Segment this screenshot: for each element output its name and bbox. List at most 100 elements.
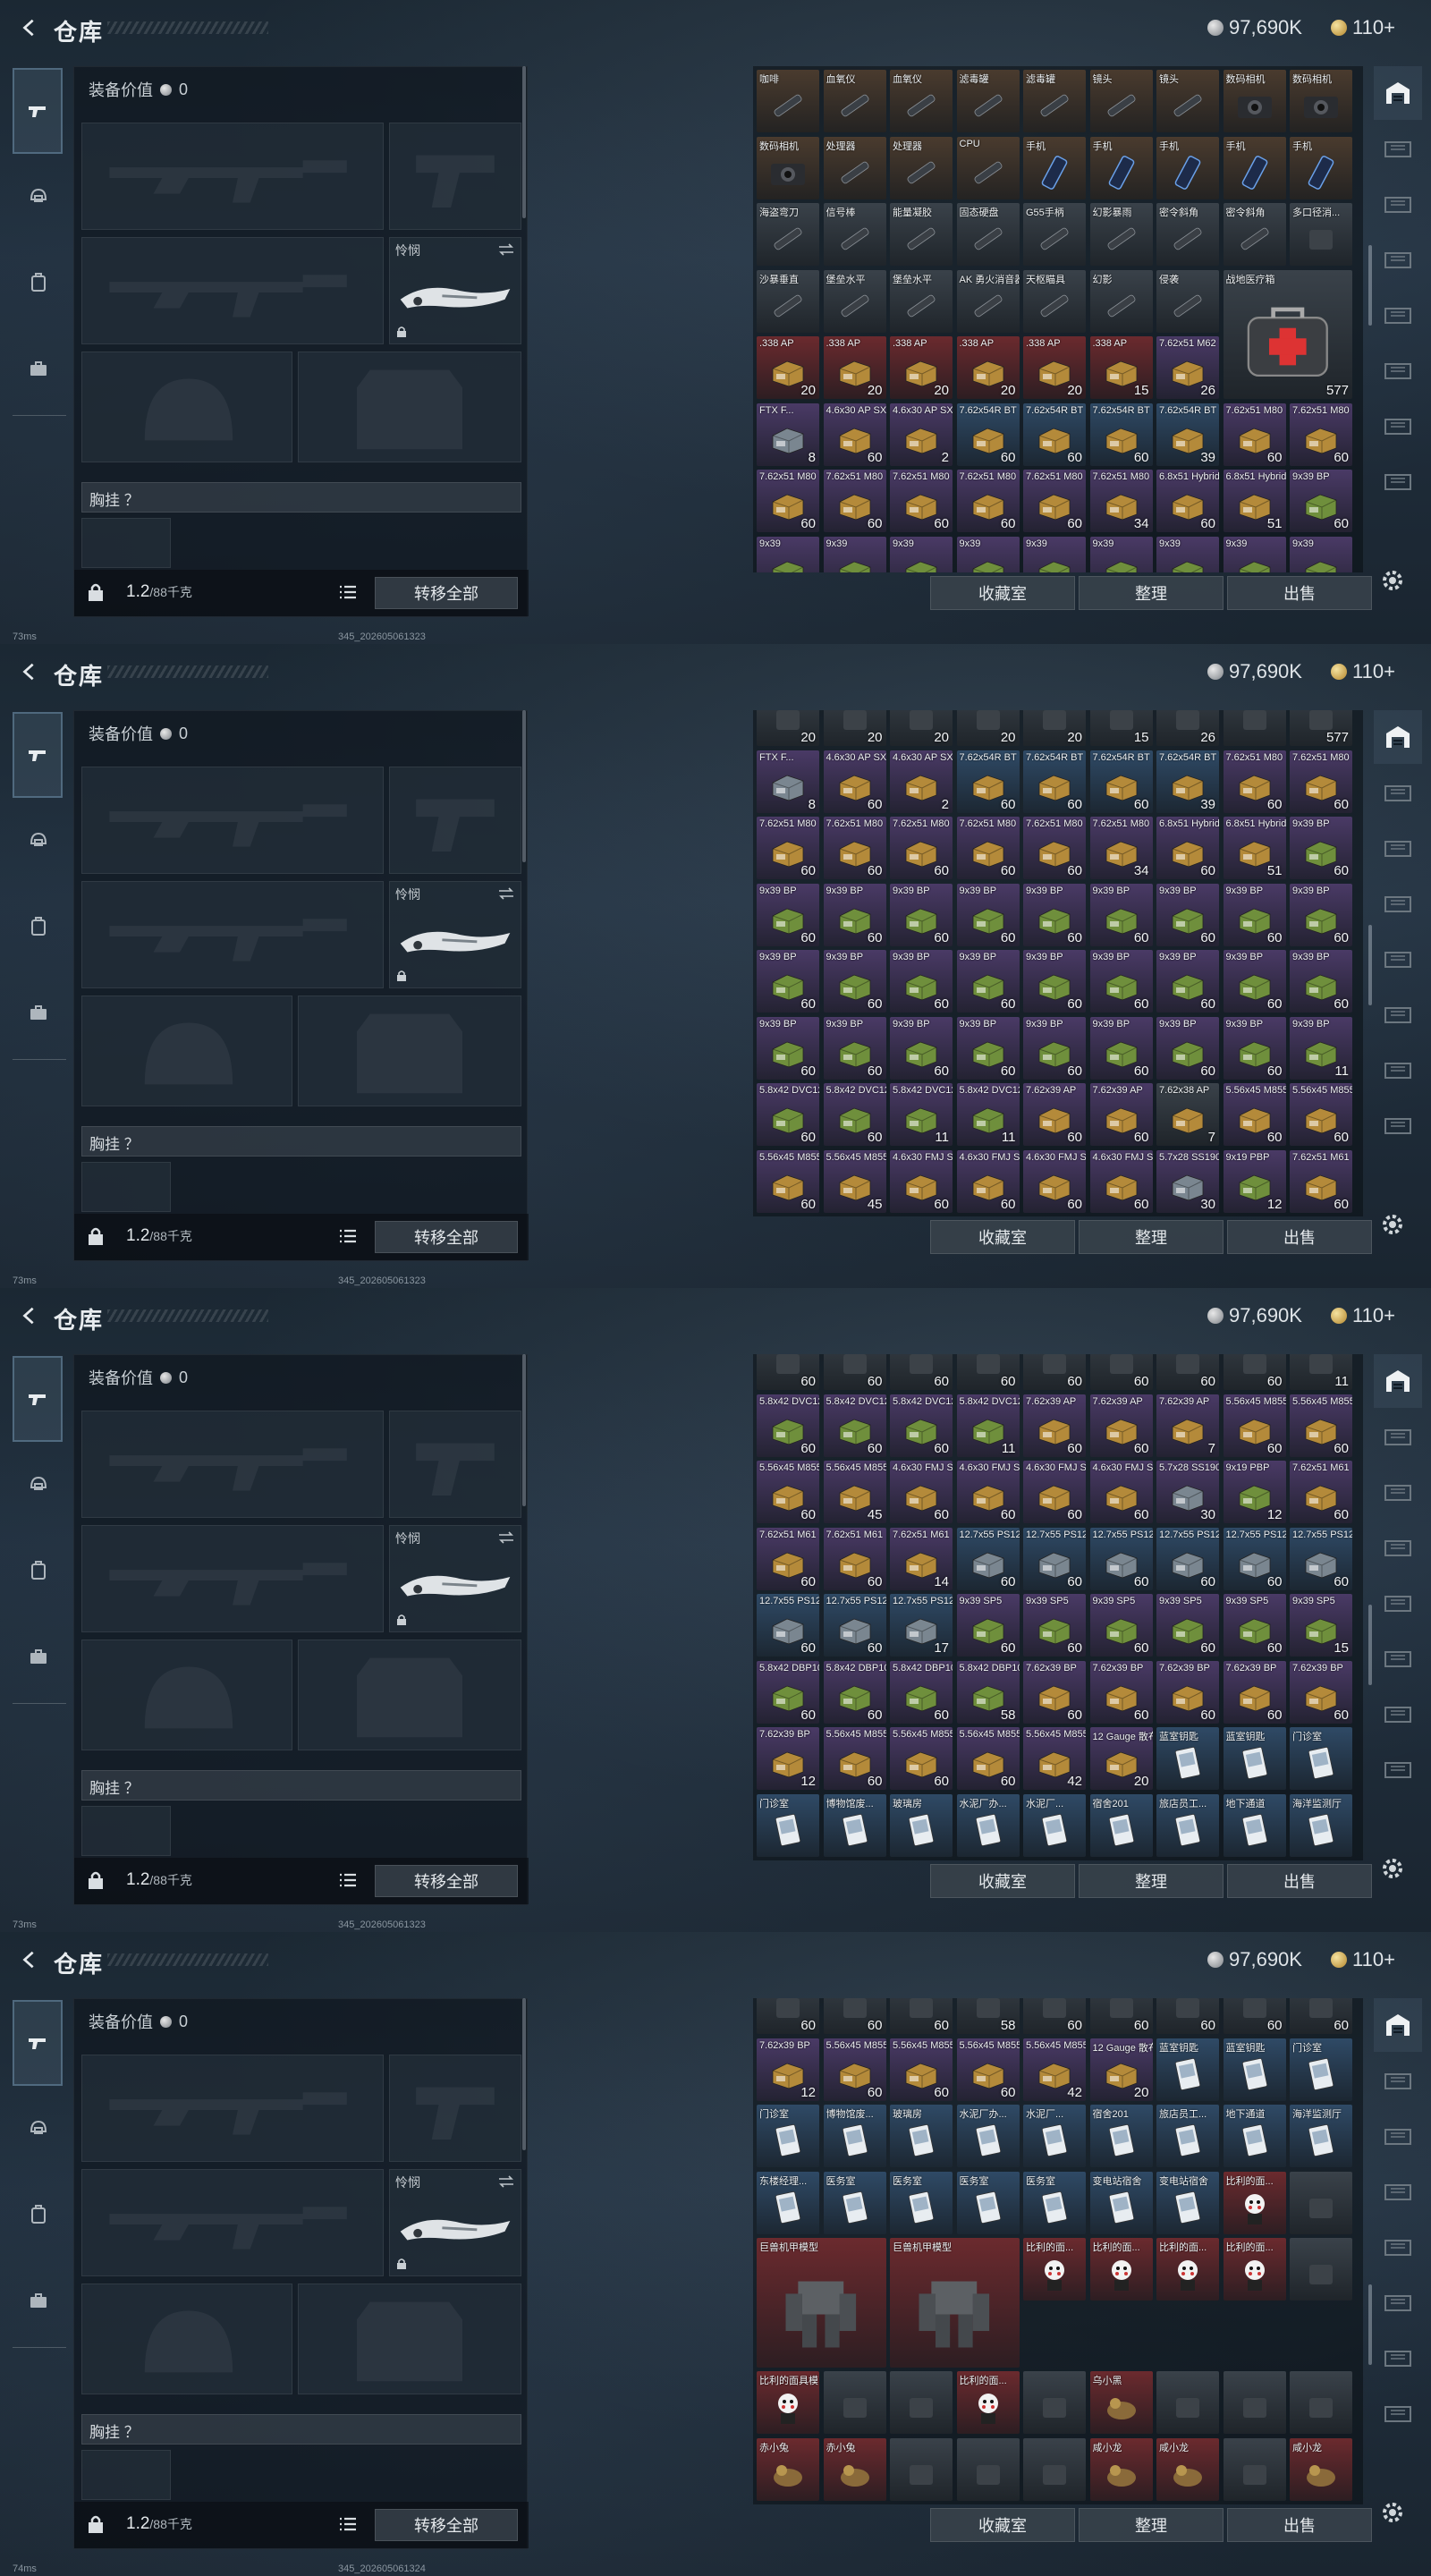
inventory-item[interactable]: 4.6x30 FMJ SX 60 xyxy=(1023,1461,1086,1523)
tab-container-1[interactable] xyxy=(1374,766,1422,819)
inventory-item[interactable]: 比利的面... xyxy=(1223,2171,1286,2234)
inventory-item[interactable]: .338 AP 20 xyxy=(757,336,819,399)
inventory-item[interactable]: 12 Gauge 散布弹 20 xyxy=(1089,2038,1153,2101)
inventory-item[interactable]: 7.62x51 M80 60 xyxy=(956,470,1020,532)
inventory-item[interactable]: 5.56x45 M855A1 60 xyxy=(956,1727,1020,1790)
inventory-item[interactable]: 天枢瞄具 xyxy=(1023,269,1086,333)
inventory-item[interactable]: 7.62x51 M61 60 xyxy=(1290,1149,1352,1213)
inventory-item[interactable]: 幻影 xyxy=(1089,269,1153,333)
inventory-item[interactable]: 医务室 xyxy=(1023,2171,1086,2234)
inventory-item[interactable]: 东楼经理... xyxy=(757,2171,819,2234)
inventory-item[interactable]: 手机 xyxy=(1089,136,1153,199)
inventory-item[interactable]: 7.62x51 M61 60 xyxy=(757,1527,819,1590)
inventory-item[interactable]: 5.8x42 DBP10 60 xyxy=(890,1660,953,1724)
inventory-scrollbar[interactable] xyxy=(1368,66,1372,572)
inventory-item[interactable]: 12.7x55 PS12B 60 xyxy=(1223,1527,1286,1590)
inventory-item[interactable]: 6.8x51 Hybrid 60 xyxy=(1156,817,1219,879)
inventory-item[interactable]: 9x39 SP5 60 xyxy=(1156,1594,1219,1657)
inventory-item[interactable]: 5.8x42 DVC12 60 xyxy=(890,1394,953,1457)
inventory-item[interactable]: 7.62x39 AP 60 xyxy=(1089,1083,1153,1146)
tab-container-2[interactable] xyxy=(1374,821,1422,875)
inventory-item[interactable]: 9x39 SP5 60 xyxy=(1023,1594,1086,1657)
inventory-item[interactable]: 门诊室 xyxy=(1290,1727,1352,1790)
inventory-item[interactable]: 5.56x45 M855A1 60 xyxy=(956,2038,1020,2101)
list-icon[interactable] xyxy=(339,1872,357,1888)
inventory-item[interactable]: .338 AP 20 xyxy=(890,336,953,399)
armor-slot[interactable] xyxy=(298,352,521,462)
secondary-weapon-slot[interactable] xyxy=(81,237,384,344)
inventory-item[interactable]: 7.62x54R BT 39 xyxy=(1156,750,1219,813)
inventory-item[interactable]: 7.62x39 BP 60 xyxy=(1156,1660,1219,1724)
inventory-item[interactable]: 咖啡 xyxy=(757,70,819,132)
pistol-slot[interactable] xyxy=(389,767,521,874)
inventory-item[interactable]: 9x39 BP 60 xyxy=(1290,950,1352,1013)
inventory-item[interactable]: 60 xyxy=(757,1998,819,2034)
inventory-item[interactable]: 7.62x51 M80 34 xyxy=(1089,817,1153,879)
inventory-item[interactable] xyxy=(1290,2171,1352,2234)
inventory-item[interactable]: 7.62x39 AP 60 xyxy=(1023,1083,1086,1146)
inventory-item[interactable]: 9x39 BP 60 xyxy=(1223,950,1286,1013)
sell-button[interactable]: 出售 xyxy=(1227,576,1372,610)
inventory-item[interactable]: 7.62x39 AP 60 xyxy=(1023,1394,1086,1457)
tab-warehouse[interactable] xyxy=(1374,66,1422,120)
inventory-item[interactable]: 4.6x30 FMJ SX 60 xyxy=(1089,1149,1153,1213)
tab-container-1[interactable] xyxy=(1374,2054,1422,2107)
inventory-item[interactable]: 门诊室 xyxy=(1290,2038,1352,2101)
tab-container-7[interactable] xyxy=(1374,454,1422,508)
collection-button[interactable]: 收藏室 xyxy=(930,1220,1075,1254)
inventory-item[interactable]: 5.56x45 M855 60 xyxy=(1223,1083,1286,1146)
tab-container-2[interactable] xyxy=(1374,2109,1422,2163)
inventory-item[interactable]: G55手柄 xyxy=(1023,203,1086,266)
inventory-item[interactable]: 7.62x51 M80 60 xyxy=(1290,750,1352,813)
inventory-item[interactable]: 7.62x51 M80 60 xyxy=(890,470,953,532)
inventory-item[interactable]: 蓝室钥匙 xyxy=(1223,1727,1286,1790)
tab-container-6[interactable] xyxy=(1374,1687,1422,1741)
inventory-item[interactable]: 60 xyxy=(823,1354,886,1390)
inventory-item[interactable]: 9x39 BP 60 xyxy=(823,1016,886,1080)
inventory-item[interactable]: 水泥厂办... xyxy=(956,2105,1020,2167)
inventory-item[interactable]: 4.6x30 FMJ SX 60 xyxy=(890,1149,953,1213)
inventory-item[interactable]: .338 AP 20 xyxy=(1023,336,1086,399)
inventory-item[interactable]: 9x39 SP5 60 xyxy=(1089,1594,1153,1657)
sell-button[interactable]: 出售 xyxy=(1227,2508,1372,2542)
inventory-item[interactable] xyxy=(1156,2371,1219,2434)
inventory-item[interactable]: 9x39 BP 60 xyxy=(956,1016,1020,1080)
inventory-item[interactable]: 堡垒水平 xyxy=(890,269,953,333)
inventory-item[interactable]: 9x39 BP 60 xyxy=(956,883,1020,946)
inventory-item[interactable]: 5.8x42 DVC12 60 xyxy=(823,1083,886,1146)
tab-container-7[interactable] xyxy=(1374,2386,1422,2440)
tab-container-6[interactable] xyxy=(1374,1043,1422,1097)
inventory-item[interactable]: 手机 xyxy=(1223,136,1286,199)
list-icon[interactable] xyxy=(339,2516,357,2532)
inventory-item[interactable]: 博物馆废... xyxy=(823,2105,886,2167)
inventory-item[interactable]: 能量凝胶 xyxy=(890,203,953,266)
collection-button[interactable]: 收藏室 xyxy=(930,2508,1075,2542)
inventory-item[interactable]: 医务室 xyxy=(823,2171,886,2234)
inventory-item[interactable]: 咸小龙 xyxy=(1290,2437,1352,2501)
inventory-item[interactable]: 博物馆废... xyxy=(823,1793,886,1857)
tab-container-7[interactable] xyxy=(1374,1098,1422,1152)
inventory-item[interactable]: 20 xyxy=(757,710,819,746)
inventory-item[interactable]: 7.62x39 AP 7 xyxy=(1156,1394,1219,1457)
inventory-item[interactable]: 60 xyxy=(757,1354,819,1390)
inventory-item[interactable]: 9x39 SP5 60 xyxy=(1223,1594,1286,1657)
armor-slot[interactable] xyxy=(298,996,521,1106)
settings-gear-icon[interactable] xyxy=(1377,1853,1408,1884)
inventory-item[interactable]: 7.62x39 BP 60 xyxy=(1023,1660,1086,1724)
primary-weapon-slot[interactable] xyxy=(81,2055,384,2162)
inventory-item[interactable]: .338 AP 15 xyxy=(1089,336,1153,399)
inventory-item[interactable]: 7.62x54R BT 39 xyxy=(1156,402,1219,466)
inventory-item[interactable]: 9x39 BP 60 xyxy=(823,950,886,1013)
inventory-item[interactable]: 数码相机 xyxy=(1223,70,1286,132)
inventory-item[interactable]: 9x39 BP 60 xyxy=(1223,883,1286,946)
inventory-item[interactable]: 7.62x51 M80 60 xyxy=(890,817,953,879)
melee-slot[interactable]: 怜悯 xyxy=(389,2169,521,2276)
back-button[interactable] xyxy=(14,1301,45,1331)
chest-rig-row[interactable]: 胸挂 ？ xyxy=(81,2414,521,2445)
inventory-item[interactable]: 沙暴垂直 xyxy=(757,269,819,333)
inventory-item[interactable]: 20 xyxy=(823,710,886,746)
scroll-thumb[interactable] xyxy=(1368,245,1372,326)
tab-container-5[interactable] xyxy=(1374,987,1422,1041)
inventory-item[interactable] xyxy=(890,2437,953,2501)
inventory-item[interactable]: 地下通道 xyxy=(1223,1793,1286,1857)
